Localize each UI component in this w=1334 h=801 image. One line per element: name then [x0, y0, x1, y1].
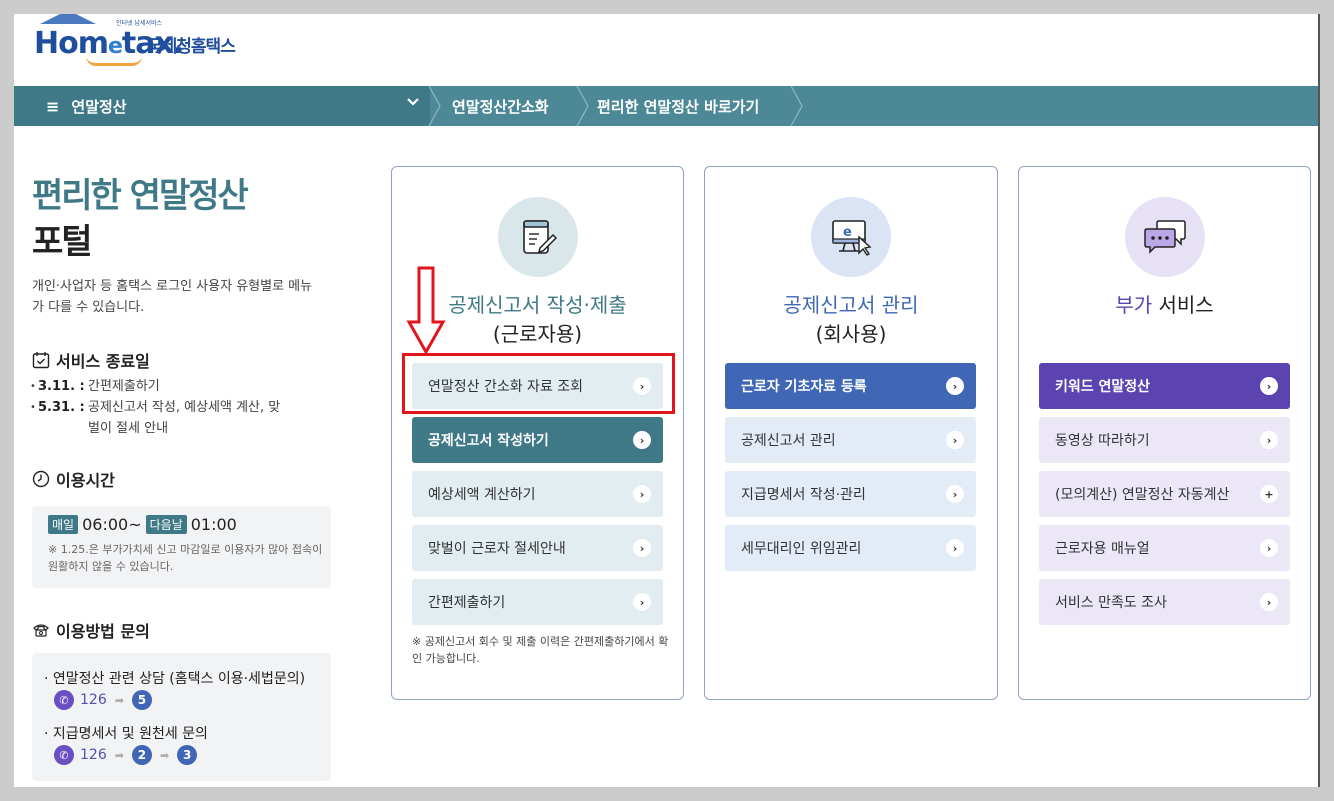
card-extra-services: 부가 서비스 키워드 연말정산 › 동영상 따라하기 › (모의계산) 연말정산 자…	[1018, 166, 1311, 700]
document-pen-icon	[497, 197, 578, 277]
calendar-check-icon	[32, 351, 50, 369]
monitor-cursor-icon: e	[811, 197, 891, 277]
nav-menu-dropdown[interactable]: ≡ 연말정산	[34, 86, 430, 126]
phone-icon: ✆	[54, 745, 74, 765]
breadcrumb-separator	[576, 85, 590, 127]
arrow-right-icon: ➡	[114, 693, 124, 707]
telephone-icon	[32, 621, 50, 639]
chevron-right-icon: ›	[633, 431, 651, 449]
page-title-line2: 포털	[32, 222, 93, 262]
btn-manage-deduction-forms[interactable]: 공제신고서 관리 ›	[725, 417, 976, 463]
chevron-right-icon: ›	[1260, 377, 1278, 395]
page-description: 개인·사업자 등 홈택스 로그인 사용자 유형별로 메뉴가 다를 수 있습니다.	[32, 279, 313, 315]
btn-keyword-yearend[interactable]: 키워드 연말정산 ›	[1039, 363, 1290, 409]
btn-easy-submit[interactable]: 간편제출하기 ›	[412, 579, 663, 625]
next-day-tag: 다음날	[145, 515, 187, 534]
card-subtitle: (회사용)	[815, 322, 887, 346]
card-employee-deduction: 공제신고서 작성·제출 (근로자용) 연말정산 간소화 자료 조회 › 공제신고서…	[391, 166, 684, 700]
breadcrumb-item-shortcut[interactable]: 편리한 연말정산 바로가기	[597, 86, 759, 126]
arrow-right-icon: ➡	[114, 748, 124, 762]
card-note: ※ 공제신고서 회수 및 제출 이력은 간편제출하기에서 확인 가능합니다.	[412, 635, 669, 665]
card-title: 공제신고서 관리	[783, 293, 919, 317]
btn-mock-calculation[interactable]: (모의계산) 연말정산 자동계산 +	[1039, 471, 1290, 517]
breadcrumb-separator	[790, 85, 804, 127]
btn-tax-agent-delegation[interactable]: 세무대리인 위임관리 ›	[725, 525, 976, 571]
usage-time-note: ※ 1.25.은 부가가치세 신고 마감일로 이용자가 많아 접속이 원활하지 …	[48, 543, 323, 573]
inquiry-item: · 연말정산 관련 상담 (홈택스 이용·세법문의)	[44, 671, 306, 687]
btn-employee-manual[interactable]: 근로자용 매뉴얼 ›	[1039, 525, 1290, 571]
plus-icon: +	[1260, 485, 1278, 503]
clock-icon	[32, 470, 50, 488]
chevron-right-icon: ›	[1260, 431, 1278, 449]
arrow-right-icon: ➡	[159, 748, 170, 762]
btn-satisfaction-survey[interactable]: 서비스 만족도 조사 ›	[1039, 579, 1290, 625]
service-end-list: • 3.11. : 간편제출하기 • 5.31. : 공제신고서 작성, 예상세…	[30, 376, 330, 439]
hometax-logo[interactable]: 인터넷 납세서비스 Hometax. 국세청홈택스	[34, 14, 264, 74]
nav-bar: ≡ 연말정산 연말정산간소화 편리한 연말정산 바로가기	[14, 85, 1319, 127]
phone-route: ✆ 126 ➡ 2 ➡ 3	[54, 745, 198, 765]
card-title: 부가 서비스	[1115, 293, 1214, 317]
chat-bubbles-icon	[1124, 197, 1205, 277]
chevron-right-icon: ›	[946, 431, 964, 449]
btn-payment-statement[interactable]: 지급명세서 작성·관리 ›	[725, 471, 976, 517]
inquiry-heading: 이용방법 문의	[32, 618, 150, 642]
service-end-heading: 서비스 종료일	[32, 348, 150, 372]
btn-estimate-tax[interactable]: 예상세액 계산하기 ›	[412, 471, 663, 517]
page-title: 편리한 연말정산	[32, 176, 249, 216]
chevron-right-icon: ›	[946, 539, 964, 557]
annotation-down-arrow-icon	[406, 266, 446, 356]
chevron-right-icon: ›	[633, 593, 651, 611]
usage-time-heading: 이용시간	[32, 467, 115, 491]
chevron-right-icon: ›	[1260, 539, 1278, 557]
logo-swoosh-icon	[86, 56, 142, 66]
phone-icon: ✆	[54, 690, 74, 710]
btn-dual-income-guide[interactable]: 맞벌이 근로자 절세안내 ›	[412, 525, 663, 571]
inquiry-box: · 연말정산 관련 상담 (홈택스 이용·세법문의) ✆ 126 ➡ 5 · 지…	[32, 653, 331, 781]
logo-korean-name: 국세청홈택스	[147, 37, 236, 57]
card-company-management: e 공제신고서 관리 (회사용) 근로자 기초자료 등록 › 공제신고서 관리 › …	[704, 166, 998, 700]
svg-text:e: e	[843, 225, 852, 240]
chevron-right-icon: ›	[1260, 593, 1278, 611]
breadcrumb-separator	[428, 85, 442, 127]
list-item: • 3.11. : 간편제출하기	[30, 379, 160, 394]
chevron-down-icon	[406, 95, 420, 113]
chevron-right-icon: ›	[633, 539, 651, 557]
inquiry-item: · 지급명세서 및 원천세 문의	[44, 726, 208, 742]
daily-tag: 매일	[48, 515, 79, 534]
page-frame: 인터넷 납세서비스 Hometax. 국세청홈택스 ≡ 연말정산 연말정산간소화…	[14, 14, 1319, 787]
logo-roof-icon	[40, 14, 96, 24]
phone-route: ✆ 126 ➡ 5	[54, 690, 152, 710]
hamburger-icon: ≡	[46, 96, 60, 116]
btn-video-tutorial[interactable]: 동영상 따라하기 ›	[1039, 417, 1290, 463]
btn-write-deduction-form[interactable]: 공제신고서 작성하기 ›	[412, 417, 663, 463]
nav-menu-label: 연말정산	[71, 97, 127, 116]
chevron-right-icon: ›	[946, 485, 964, 503]
annotation-highlight-box	[402, 353, 675, 414]
breadcrumb-item-yearend-simplified[interactable]: 연말정산간소화	[452, 86, 549, 126]
list-item: • 5.31. : 공제신고서 작성, 예상세액 계산, 맞벌이 절세 안내	[30, 400, 281, 436]
usage-time-box: 매일 06:00~ 다음날 01:00 ※ 1.25.은 부가가치세 신고 마감…	[32, 506, 331, 588]
btn-register-employee-data[interactable]: 근로자 기초자료 등록 ›	[725, 363, 976, 409]
chevron-right-icon: ›	[633, 485, 651, 503]
chevron-right-icon: ›	[946, 377, 964, 395]
